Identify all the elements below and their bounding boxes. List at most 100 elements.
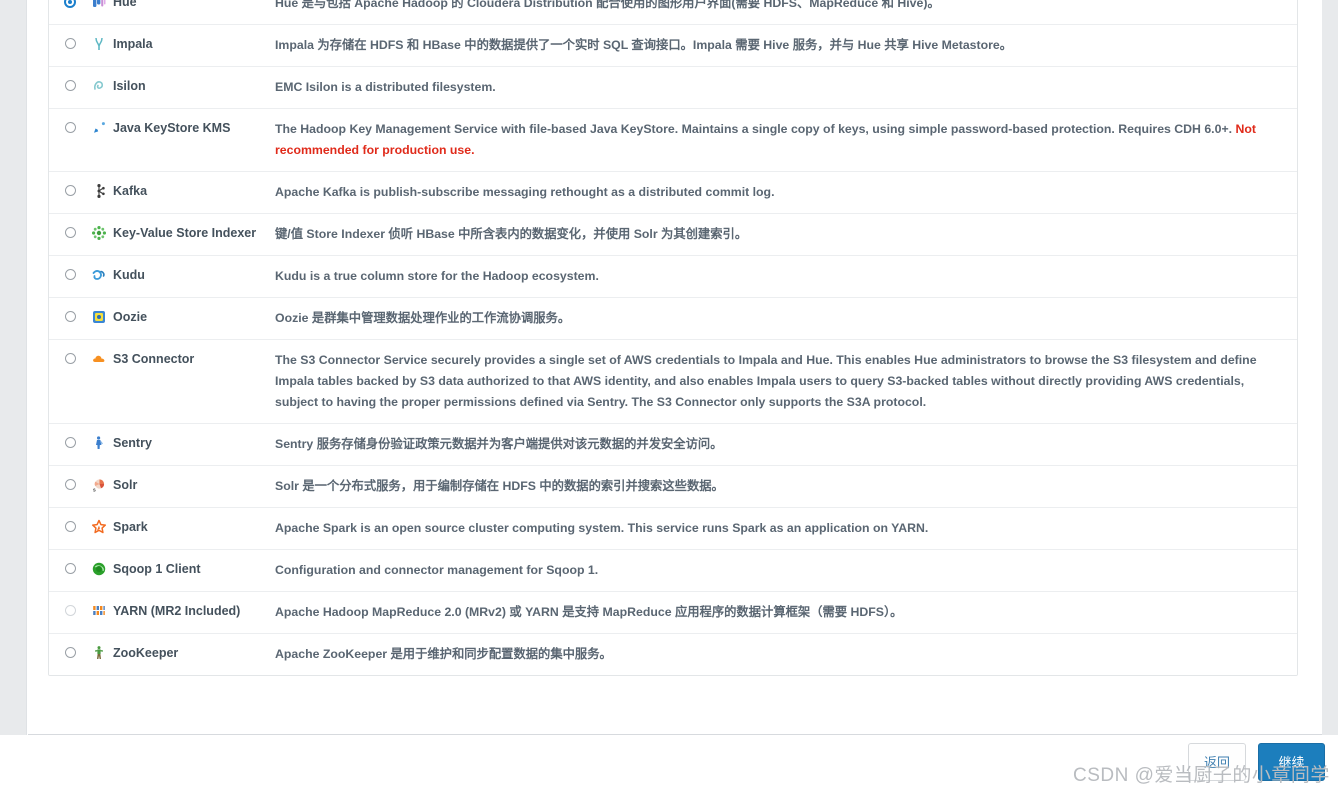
s3-connector-icon bbox=[91, 351, 107, 367]
service-name-cell[interactable]: Impala bbox=[91, 25, 273, 64]
service-radio-cell[interactable] bbox=[49, 634, 91, 658]
service-row[interactable]: ZooKeeper Apache ZooKeeper 是用于维护和同步配置数据的集… bbox=[49, 634, 1297, 675]
spark-icon bbox=[91, 519, 107, 535]
service-description-text: Impala 为存储在 HDFS 和 HBase 中的数据提供了一个实时 SQL… bbox=[275, 38, 1013, 52]
service-name-cell[interactable]: Kafka bbox=[91, 172, 273, 211]
service-radio-button[interactable] bbox=[64, 227, 76, 238]
service-radio-button[interactable] bbox=[64, 563, 76, 574]
service-row[interactable]: S3 Connector The S3 Connector Service sec… bbox=[49, 340, 1297, 424]
service-row[interactable]: Kafka Apache Kafka is publish-subscribe m… bbox=[49, 172, 1297, 214]
service-description-cell: Apache ZooKeeper 是用于维护和同步配置数据的集中服务。 bbox=[273, 634, 1297, 675]
service-row[interactable]: Impala Impala 为存储在 HDFS 和 HBase 中的数据提供了一个… bbox=[49, 25, 1297, 67]
service-radio-cell[interactable] bbox=[49, 172, 91, 196]
service-radio-button[interactable] bbox=[64, 353, 76, 364]
service-name-label: Oozie bbox=[113, 310, 148, 324]
service-name-cell[interactable]: YARN (MR2 Included) bbox=[91, 592, 273, 631]
service-row[interactable]: Isilon EMC Isilon is a distributed filesy… bbox=[49, 67, 1297, 109]
service-description-cell: Apache Spark is an open source cluster c… bbox=[273, 508, 1297, 549]
left-rail bbox=[0, 0, 27, 735]
service-radio-button[interactable] bbox=[64, 0, 76, 8]
service-description-text: Oozie 是群集中管理数据处理作业的工作流协调服务。 bbox=[275, 311, 571, 325]
service-radio-cell[interactable] bbox=[49, 466, 91, 490]
service-row[interactable]: Kudu Kudu is a true column store for the … bbox=[49, 256, 1297, 298]
service-name-cell[interactable]: S3 Connector bbox=[91, 340, 273, 379]
service-radio-button[interactable] bbox=[64, 38, 76, 49]
service-radio-cell[interactable] bbox=[49, 25, 91, 49]
service-name-cell[interactable]: Spark bbox=[91, 508, 273, 547]
service-radio-button[interactable] bbox=[64, 80, 76, 91]
service-row[interactable]: Spark Apache Spark is an open source clus… bbox=[49, 508, 1297, 550]
service-description-text: Sentry 服务存储身份验证政策元数据并为客户端提供对该元数据的并发安全访问。 bbox=[275, 437, 723, 451]
service-name-label: Spark bbox=[113, 520, 148, 534]
service-description-text: Configuration and connector management f… bbox=[275, 563, 599, 577]
zookeeper-icon bbox=[91, 645, 107, 661]
service-name-cell[interactable]: Oozie bbox=[91, 298, 273, 337]
service-name-cell[interactable]: Hue bbox=[91, 0, 273, 22]
service-description-text: The Hadoop Key Management Service with f… bbox=[275, 122, 1236, 136]
service-radio-cell[interactable] bbox=[49, 109, 91, 133]
key-value-store-indexer-icon bbox=[91, 225, 107, 241]
service-description-cell: Oozie 是群集中管理数据处理作业的工作流协调服务。 bbox=[273, 298, 1297, 339]
service-name-label: Sentry bbox=[113, 436, 152, 450]
service-radio-cell[interactable] bbox=[49, 298, 91, 322]
service-description-cell: Sentry 服务存储身份验证政策元数据并为客户端提供对该元数据的并发安全访问。 bbox=[273, 424, 1297, 465]
service-name-cell[interactable]: s Solr bbox=[91, 466, 273, 505]
kafka-icon bbox=[91, 183, 107, 199]
service-radio-button[interactable] bbox=[64, 311, 76, 322]
service-name-cell[interactable]: Sentry bbox=[91, 424, 273, 463]
service-row[interactable]: YARN (MR2 Included) Apache Hadoop MapRedu… bbox=[49, 592, 1297, 634]
service-name-label: ZooKeeper bbox=[113, 646, 179, 660]
service-name-label: S3 Connector bbox=[113, 352, 195, 366]
service-radio-cell[interactable] bbox=[49, 424, 91, 448]
service-radio-button[interactable] bbox=[64, 122, 76, 133]
service-description-cell: The Hadoop Key Management Service with f… bbox=[273, 109, 1297, 171]
service-radio-cell[interactable] bbox=[49, 0, 91, 8]
service-description-cell: Hue 是与包括 Apache Hadoop 的 Cloudera Distri… bbox=[273, 0, 1297, 24]
svg-text:s: s bbox=[93, 488, 96, 494]
service-radio-button[interactable] bbox=[64, 269, 76, 280]
service-description-cell: Kudu is a true column store for the Hado… bbox=[273, 256, 1297, 297]
service-radio-cell[interactable] bbox=[49, 508, 91, 532]
select-services-page: HiveHive 是一种数据仓库系统，提供名为 HiveQL 的 SQL 类语言… bbox=[0, 0, 1338, 798]
service-radio-cell[interactable] bbox=[49, 340, 91, 364]
service-name-cell[interactable]: ZooKeeper bbox=[91, 634, 273, 673]
service-description-text: The S3 Connector Service securely provid… bbox=[275, 353, 1257, 409]
key-icon bbox=[91, 120, 107, 136]
service-radio-button[interactable] bbox=[64, 605, 76, 616]
service-row[interactable]: Java KeyStore KMS The Hadoop Key Manageme… bbox=[49, 109, 1297, 172]
service-radio-button[interactable] bbox=[64, 185, 76, 196]
service-radio-cell[interactable] bbox=[49, 214, 91, 238]
service-row[interactable]: Hue Hue 是与包括 Apache Hadoop 的 Cloudera Dis… bbox=[49, 0, 1297, 25]
service-name-label: Java KeyStore KMS bbox=[113, 121, 231, 135]
service-row[interactable]: Oozie Oozie 是群集中管理数据处理作业的工作流协调服务。 bbox=[49, 298, 1297, 340]
service-radio-cell[interactable] bbox=[49, 550, 91, 574]
service-row[interactable]: Sentry Sentry 服务存储身份验证政策元数据并为客户端提供对该元数据的并… bbox=[49, 424, 1297, 466]
service-radio-cell[interactable] bbox=[49, 256, 91, 280]
service-radio-button[interactable] bbox=[64, 437, 76, 448]
watermark: CSDN @爱当厨子的小章同学 bbox=[1073, 765, 1330, 786]
kudu-icon bbox=[91, 267, 107, 283]
service-name-label: Kudu bbox=[113, 268, 145, 282]
service-description-cell: Apache Kafka is publish-subscribe messag… bbox=[273, 172, 1297, 213]
service-description-cell: Impala 为存储在 HDFS 和 HBase 中的数据提供了一个实时 SQL… bbox=[273, 25, 1297, 66]
service-row[interactable]: Sqoop 1 Client Configuration and connecto… bbox=[49, 550, 1297, 592]
service-name-cell[interactable]: Isilon bbox=[91, 67, 273, 106]
service-name-cell[interactable]: Key-Value Store Indexer bbox=[91, 214, 273, 253]
service-description-text: Solr 是一个分布式服务，用于编制存储在 HDFS 中的数据的索引并搜索这些数… bbox=[275, 479, 724, 493]
hue-icon bbox=[91, 0, 107, 10]
service-row[interactable]: s Solr Solr 是一个分布式服务，用于编制存储在 HDFS 中的数据的索引并… bbox=[49, 466, 1297, 508]
service-name-cell[interactable]: Sqoop 1 Client bbox=[91, 550, 273, 589]
service-row[interactable]: Key-Value Store Indexer 键/值 Store Indexer… bbox=[49, 214, 1297, 256]
service-radio-button[interactable] bbox=[64, 521, 76, 532]
service-radio-cell[interactable] bbox=[49, 592, 91, 616]
service-description-text: EMC Isilon is a distributed filesystem. bbox=[275, 80, 496, 94]
service-radio-cell[interactable] bbox=[49, 67, 91, 91]
service-radio-button[interactable] bbox=[64, 647, 76, 658]
service-name-cell[interactable]: Kudu bbox=[91, 256, 273, 295]
service-name-label: Isilon bbox=[113, 79, 146, 93]
service-name-cell[interactable]: Java KeyStore KMS bbox=[91, 109, 273, 148]
service-name-label: Impala bbox=[113, 37, 153, 51]
service-radio-button[interactable] bbox=[64, 479, 76, 490]
yarn-icon bbox=[91, 603, 107, 619]
services-table: HiveHive 是一种数据仓库系统，提供名为 HiveQL 的 SQL 类语言… bbox=[48, 0, 1298, 676]
